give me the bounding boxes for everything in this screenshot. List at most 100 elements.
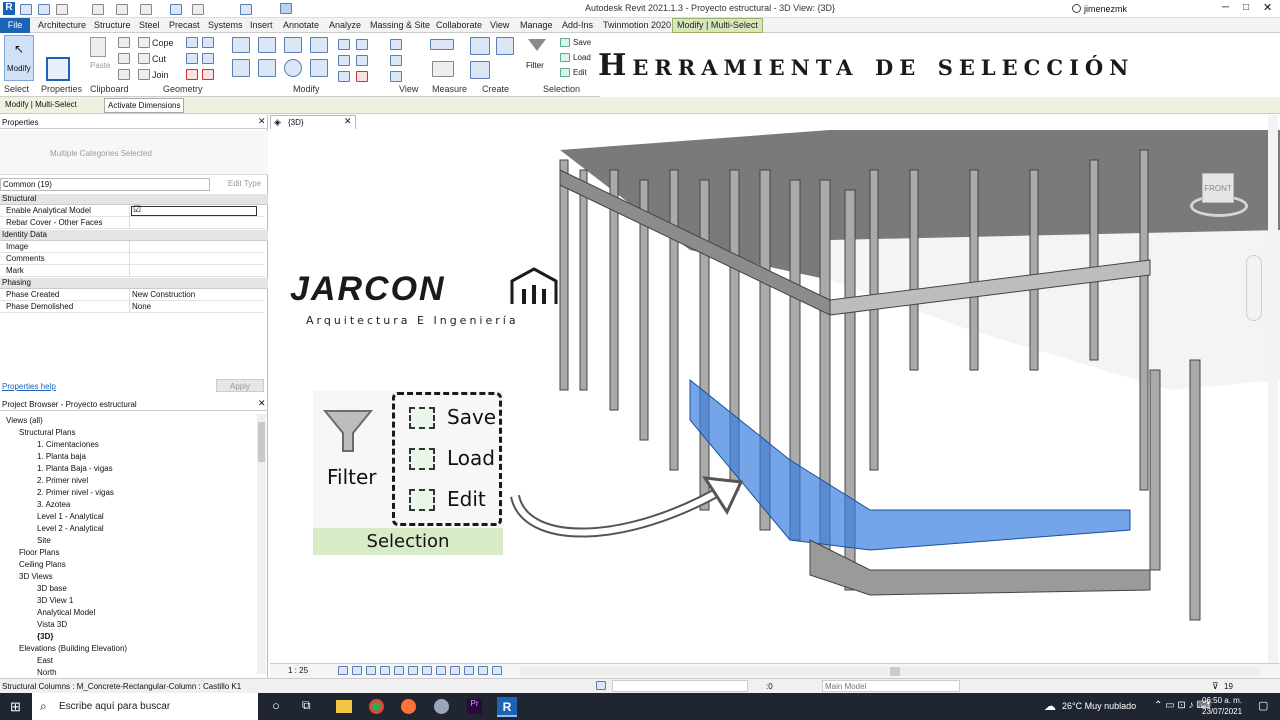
- worksharing-display-icon[interactable]: [492, 666, 502, 675]
- browser-leaf[interactable]: Level 2 - Analytical: [37, 524, 104, 533]
- geom-icon-4[interactable]: [202, 53, 214, 64]
- save-icon[interactable]: [38, 4, 50, 15]
- close-properties-icon[interactable]: ✕: [258, 116, 266, 127]
- array-icon[interactable]: [338, 55, 350, 66]
- detail-level-icon[interactable]: [338, 666, 348, 675]
- reveal-hidden-icon[interactable]: [450, 666, 460, 675]
- offset-icon[interactable]: [258, 37, 276, 53]
- browser-leaf[interactable]: 1. Planta Baja - vigas: [37, 464, 113, 473]
- geom-icon-1[interactable]: [186, 37, 198, 48]
- design-option-dropdown[interactable]: Main Model: [822, 680, 960, 692]
- close-view-tab-icon[interactable]: ✕: [344, 116, 352, 127]
- activate-dimensions-button[interactable]: Activate Dimensions: [104, 98, 185, 113]
- create-group-icon[interactable]: [470, 37, 490, 55]
- browser-leaf[interactable]: 2. Primer nivel - vigas: [37, 488, 114, 497]
- property-row[interactable]: Image: [0, 241, 265, 253]
- property-row[interactable]: Mark: [0, 265, 265, 277]
- clock-date[interactable]: 23/07/2021: [1202, 707, 1242, 716]
- scale-icon[interactable]: [356, 55, 368, 66]
- hide-crop-icon[interactable]: [408, 666, 418, 675]
- tab-file[interactable]: File: [0, 18, 30, 33]
- workset-dropdown[interactable]: [612, 680, 748, 692]
- property-row[interactable]: Rebar Cover - Other Faces: [0, 217, 265, 229]
- browser-leaf[interactable]: Level 1 - Analytical: [37, 512, 104, 521]
- revit-logo-icon[interactable]: R: [3, 2, 15, 15]
- visual-style-icon[interactable]: [352, 666, 362, 675]
- tab-annotate[interactable]: Annotate: [283, 20, 319, 30]
- print-icon[interactable]: [140, 4, 152, 15]
- minimize-button[interactable]: ─: [1222, 2, 1234, 14]
- browser-leaf[interactable]: 3D View 1: [37, 596, 73, 605]
- tab-structure[interactable]: Structure: [94, 20, 131, 30]
- lock-view-icon[interactable]: [422, 666, 432, 675]
- browser-leaf[interactable]: 3. Azotea: [37, 500, 70, 509]
- quick-access-toolbar[interactable]: [20, 3, 340, 15]
- tab-insert[interactable]: Insert: [250, 20, 273, 30]
- property-row[interactable]: Enable Analytical Model ☑: [0, 204, 265, 217]
- cope-icon[interactable]: [138, 37, 150, 48]
- tab-precast[interactable]: Precast: [169, 20, 200, 30]
- highlight-displacement-icon[interactable]: [478, 666, 488, 675]
- user-icon[interactable]: [1072, 4, 1081, 13]
- browser-node[interactable]: Views (all): [6, 416, 43, 425]
- create-parts-icon[interactable]: [496, 37, 514, 55]
- redo-icon[interactable]: [116, 4, 128, 15]
- mirror-line-icon[interactable]: [310, 37, 328, 53]
- modify-button[interactable]: ↖ Modify: [4, 35, 34, 81]
- edit-selection-icon[interactable]: [560, 68, 570, 77]
- rotate-icon[interactable]: [284, 59, 302, 77]
- filter-button[interactable]: Filter: [526, 37, 548, 77]
- save-selection-icon[interactable]: [560, 38, 570, 47]
- property-row[interactable]: Comments: [0, 253, 265, 265]
- load-selection-button[interactable]: Load: [573, 53, 591, 62]
- browser-node[interactable]: Structural Plans: [19, 428, 75, 437]
- view-scale[interactable]: 1 : 25: [288, 666, 308, 675]
- callout-filter-button[interactable]: Filter: [313, 391, 393, 529]
- taskbar-search-box[interactable]: ⌕ Escribe aquí para buscar: [32, 693, 258, 720]
- save-selection-button[interactable]: Save: [573, 38, 591, 47]
- notification-icon[interactable]: ▢: [1258, 699, 1268, 712]
- section-phasing[interactable]: Phasing: [0, 278, 268, 289]
- geom-icon-6[interactable]: [202, 69, 214, 80]
- sun-path-icon[interactable]: [366, 666, 376, 675]
- browser-leaf[interactable]: Vista 3D: [37, 620, 67, 629]
- tab-systems[interactable]: Systems: [208, 20, 243, 30]
- browser-leaf[interactable]: 1. Cimentaciones: [37, 440, 99, 449]
- measure-dist-icon[interactable]: [430, 39, 454, 50]
- tab-modify-multi-select[interactable]: Modify | Multi-Select: [672, 18, 763, 33]
- browser-scrollbar[interactable]: [257, 414, 266, 674]
- chrome-icon[interactable]: [369, 699, 384, 714]
- unpin-icon[interactable]: [338, 71, 350, 82]
- close-button[interactable]: ✕: [1263, 1, 1275, 14]
- windows-start-icon[interactable]: ⊞: [10, 699, 21, 715]
- geom-icon-5[interactable]: [186, 69, 198, 80]
- load-selection-icon[interactable]: [560, 53, 570, 62]
- cope-button[interactable]: Cope: [152, 38, 174, 48]
- view-icon-2[interactable]: [390, 55, 402, 66]
- open-icon[interactable]: [20, 4, 32, 15]
- tab-analyze[interactable]: Analyze: [329, 20, 361, 30]
- browser-leaf[interactable]: 1. Planta baja: [37, 452, 86, 461]
- horizontal-scrollbar[interactable]: [520, 667, 1260, 676]
- thin-lines-icon[interactable]: [280, 3, 292, 14]
- delete-icon[interactable]: [356, 71, 368, 82]
- tab-manage[interactable]: Manage: [520, 20, 553, 30]
- tab-steel[interactable]: Steel: [139, 20, 160, 30]
- geom-icon-2[interactable]: [202, 37, 214, 48]
- type-selector[interactable]: Multiple Categories Selected: [0, 131, 268, 175]
- copy-icon[interactable]: [258, 59, 276, 77]
- dimension-icon[interactable]: [432, 61, 454, 77]
- 3d-view-icon[interactable]: [240, 4, 252, 15]
- paste-icon[interactable]: [90, 37, 106, 57]
- browser-leaf[interactable]: {3D}: [37, 632, 53, 641]
- view-cube[interactable]: FRONT: [1190, 173, 1248, 223]
- geom-icon-3[interactable]: [186, 53, 198, 64]
- tab-view[interactable]: View: [490, 20, 509, 30]
- select-dropdown[interactable]: Select: [4, 84, 29, 94]
- browser-leaf[interactable]: 3D base: [37, 584, 67, 593]
- edit-selection-button[interactable]: Edit: [573, 68, 587, 77]
- filter-count-icon[interactable]: ⊽: [1212, 681, 1219, 692]
- create-similar-icon[interactable]: [470, 61, 490, 79]
- viewport-scrollbar[interactable]: [1268, 115, 1278, 663]
- navigation-bar[interactable]: [1246, 255, 1262, 321]
